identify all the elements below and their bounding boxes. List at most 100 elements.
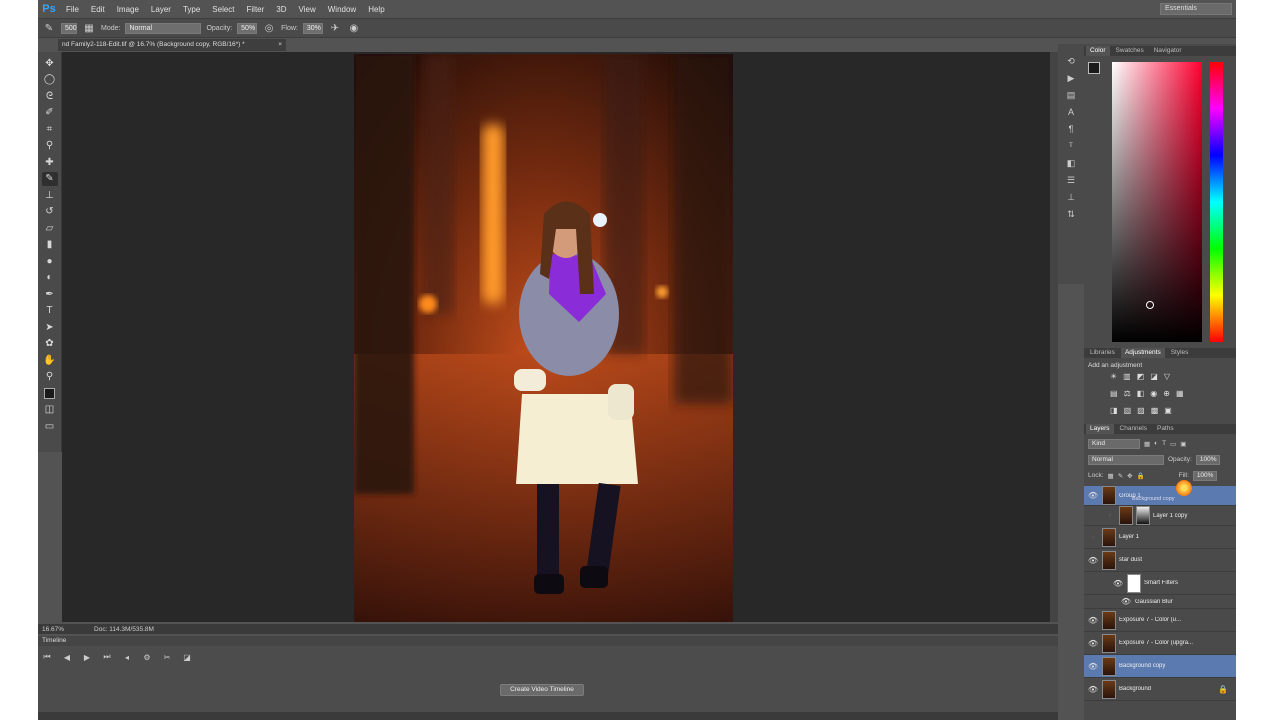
color-lookup-icon[interactable]: ▦ <box>1176 389 1184 398</box>
invert-icon[interactable]: ◨ <box>1110 406 1118 415</box>
character-icon[interactable]: A <box>1064 105 1078 119</box>
lasso-tool-icon[interactable]: ᘓ <box>42 89 58 104</box>
color-picker-cursor[interactable] <box>1146 301 1154 309</box>
menu-file[interactable]: File <box>60 5 85 14</box>
tab-adjustments[interactable]: Adjustments <box>1120 348 1165 358</box>
history-icon[interactable]: ⟲ <box>1064 54 1078 68</box>
layer-row[interactable]: 👁 Background copy <box>1084 655 1236 678</box>
exposure-icon[interactable]: ◪ <box>1150 372 1158 381</box>
path-select-tool-icon[interactable]: ➤ <box>42 320 58 335</box>
brush-panel-icon[interactable]: ▦ <box>82 21 96 35</box>
lock-transparent-icon[interactable]: ▦ <box>1108 472 1114 480</box>
hand-tool-icon[interactable]: ✋ <box>42 353 58 368</box>
tab-navigator[interactable]: Navigator <box>1150 46 1186 56</box>
eye-icon[interactable]: ▫ <box>1087 533 1099 542</box>
layer-row[interactable]: 👁 Exposure 7 - Color (upgra... <box>1084 632 1236 655</box>
menu-view[interactable]: View <box>293 5 322 14</box>
eraser-tool-icon[interactable]: ▱ <box>42 221 58 236</box>
menu-select[interactable]: Select <box>206 5 240 14</box>
screen-mode-icon[interactable]: ▭ <box>42 419 58 434</box>
menu-help[interactable]: Help <box>362 5 390 14</box>
marquee-tool-icon[interactable]: ◯ <box>42 73 58 88</box>
zoom-level[interactable]: 16.67% <box>42 626 64 633</box>
pressure-size-icon[interactable]: ◉ <box>347 21 361 35</box>
photo-filter-icon[interactable]: ◉ <box>1150 389 1157 398</box>
layer-row[interactable]: ▫ Layer 1 <box>1084 526 1236 549</box>
pen-tool-icon[interactable]: ✒ <box>42 287 58 302</box>
audio-icon[interactable]: ◂ <box>122 653 132 662</box>
tab-channels[interactable]: Channels <box>1116 424 1151 434</box>
eye-icon[interactable]: 👁 <box>1087 662 1099 671</box>
eyedropper-tool-icon[interactable]: ⚲ <box>42 139 58 154</box>
hue-slider[interactable] <box>1210 62 1223 342</box>
foreground-color-swatch[interactable] <box>1088 62 1100 74</box>
eye-icon[interactable]: 👁 <box>1112 579 1124 588</box>
black-white-icon[interactable]: ◧ <box>1137 389 1145 398</box>
gradient-tool-icon[interactable]: ▮ <box>42 238 58 253</box>
layer-row[interactable]: ▫ Layer 1 copy <box>1084 506 1236 526</box>
prev-frame-icon[interactable]: ◀ <box>62 653 72 662</box>
menu-window[interactable]: Window <box>322 5 362 14</box>
layer-row[interactable]: 👁 star dust <box>1084 549 1236 572</box>
menu-3d[interactable]: 3D <box>270 5 292 14</box>
workspace-switcher[interactable]: Essentials <box>1160 3 1232 15</box>
filter-smart-icon[interactable]: ▣ <box>1180 440 1186 448</box>
brush-tool-icon[interactable]: ✎ <box>41 171 58 186</box>
lock-image-icon[interactable]: ✎ <box>1118 472 1123 480</box>
healing-tool-icon[interactable]: ✚ <box>42 155 58 170</box>
type-tool-icon[interactable]: T <box>42 304 58 319</box>
eye-icon[interactable]: 👁 <box>1087 685 1099 694</box>
brushes-icon[interactable]: ☰ <box>1064 173 1078 187</box>
menu-layer[interactable]: Layer <box>145 5 177 14</box>
document-tab[interactable]: nd Family2-118-Edit.tif @ 16.7% (Backgro… <box>58 39 286 51</box>
create-video-timeline-button[interactable]: Create Video Timeline <box>500 684 584 696</box>
tab-styles[interactable]: Styles <box>1167 348 1193 358</box>
eye-icon[interactable]: 👁 <box>1087 491 1099 500</box>
gradient-map-icon[interactable]: ▩ <box>1151 406 1159 415</box>
clone-source-icon[interactable]: ⊥ <box>1064 190 1078 204</box>
settings-icon[interactable]: ⚙ <box>142 653 152 662</box>
filter-adjust-icon[interactable]: ◐ <box>1154 440 1158 447</box>
layer-row[interactable]: 👁 Smart Filters <box>1084 572 1236 595</box>
timeline-header[interactable]: Timeline <box>38 636 1058 646</box>
curves-icon[interactable]: ◩ <box>1137 372 1145 381</box>
eye-icon[interactable]: 👁 <box>1087 556 1099 565</box>
go-first-frame-icon[interactable]: ⏮ <box>42 652 52 662</box>
selective-color-icon[interactable]: ▣ <box>1164 406 1172 415</box>
opacity-input[interactable]: 50% <box>237 22 258 34</box>
next-frame-icon[interactable]: ⏭ <box>102 652 112 662</box>
lock-position-icon[interactable]: ✥ <box>1127 472 1132 480</box>
tab-layers[interactable]: Layers <box>1086 424 1114 434</box>
filter-type-icon[interactable]: T <box>1162 440 1166 447</box>
eye-icon[interactable]: 👁 <box>1087 639 1099 648</box>
layer-fill-input[interactable]: 100% <box>1192 470 1217 481</box>
shape-tool-icon[interactable]: ✿ <box>42 337 58 352</box>
move-tool-icon[interactable]: ✥ <box>42 56 58 71</box>
vertical-scrollbar[interactable] <box>1050 52 1058 622</box>
layer-row[interactable]: 👁 Background 🔒 <box>1084 678 1236 701</box>
flow-input[interactable]: 30% <box>302 22 323 34</box>
tool-presets-icon[interactable]: ▤ <box>1064 88 1078 102</box>
crop-tool-icon[interactable]: ⌗ <box>42 122 58 137</box>
quick-mask-icon[interactable]: ◫ <box>42 403 58 418</box>
transition-icon[interactable]: ◪ <box>182 653 192 662</box>
brightness-icon[interactable]: ☀ <box>1110 372 1117 381</box>
layer-comps-icon[interactable]: ⇅ <box>1064 207 1078 221</box>
tab-swatches[interactable]: Swatches <box>1112 46 1148 56</box>
brush-tool-icon[interactable]: ✎ <box>42 21 56 35</box>
paragraph-icon[interactable]: ¶ <box>1064 122 1078 136</box>
doc-size[interactable]: Doc: 114.3M/535.8M <box>94 626 154 633</box>
color-picker-field[interactable] <box>1112 62 1202 342</box>
menu-filter[interactable]: Filter <box>241 5 271 14</box>
blend-mode-select[interactable]: Normal <box>1088 454 1164 465</box>
actions-icon[interactable]: ▶ <box>1064 71 1078 85</box>
hue-saturation-icon[interactable]: ▤ <box>1110 389 1118 398</box>
color-balance-icon[interactable]: ⚖ <box>1124 389 1131 398</box>
threshold-icon[interactable]: ▨ <box>1137 406 1145 415</box>
clone-stamp-tool-icon[interactable]: ⊥ <box>42 188 58 203</box>
dodge-tool-icon[interactable]: ◐ <box>42 271 58 286</box>
levels-icon[interactable]: ▥ <box>1123 372 1131 381</box>
close-tab-icon[interactable]: × <box>278 39 282 51</box>
tab-libraries[interactable]: Libraries <box>1086 348 1119 358</box>
layer-row[interactable]: 👁 Exposure 7 - Color (u... <box>1084 609 1236 632</box>
